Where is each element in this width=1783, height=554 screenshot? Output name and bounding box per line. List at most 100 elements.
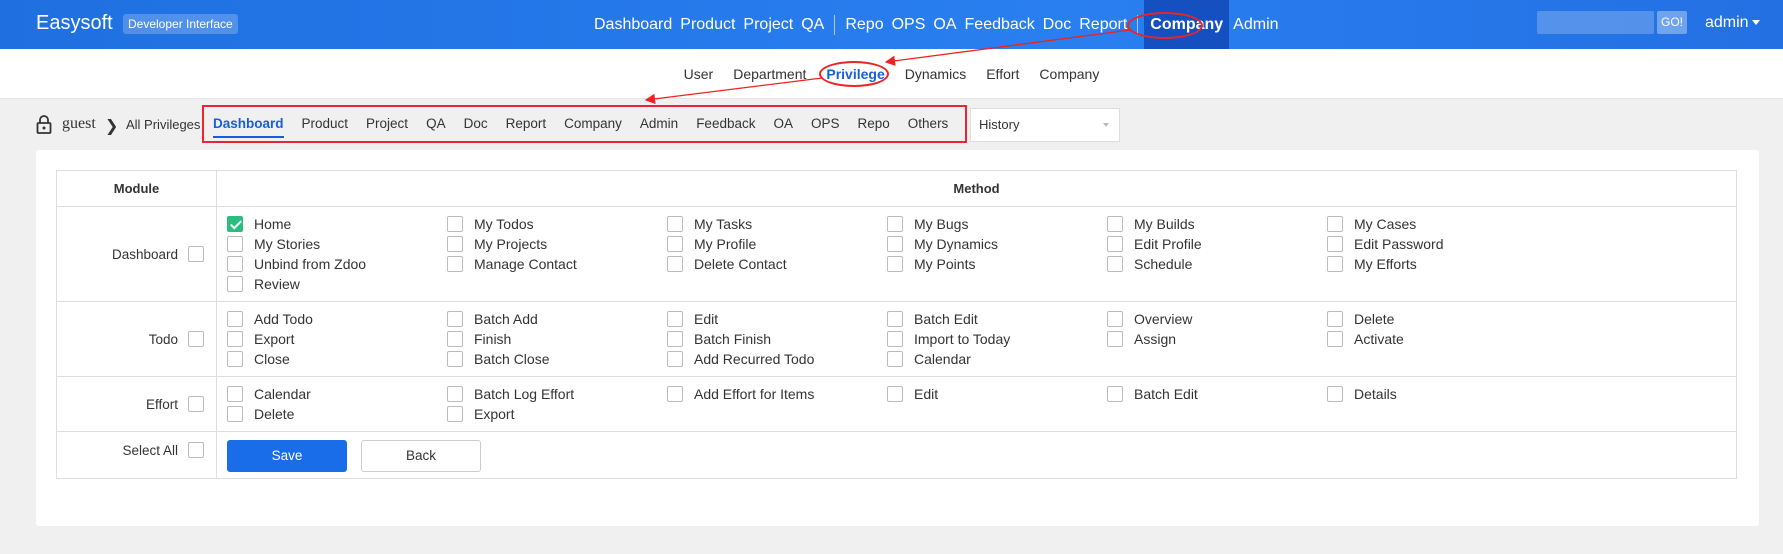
tab-product[interactable]: Product xyxy=(293,110,358,138)
checkbox[interactable] xyxy=(887,256,903,272)
checkbox[interactable] xyxy=(447,331,463,347)
method-checkbox-item[interactable]: My Bugs xyxy=(887,215,1107,233)
checkbox[interactable] xyxy=(667,351,683,367)
subnav-item-department[interactable]: Department xyxy=(723,66,816,82)
checkbox[interactable] xyxy=(1107,236,1123,252)
nav-item-doc[interactable]: Doc xyxy=(1039,0,1075,49)
select-all-checkbox[interactable] xyxy=(188,442,204,458)
checkbox[interactable] xyxy=(227,311,243,327)
subnav-item-company[interactable]: Company xyxy=(1029,66,1109,82)
checkbox[interactable] xyxy=(667,311,683,327)
checkbox[interactable] xyxy=(667,256,683,272)
save-button[interactable]: Save xyxy=(227,440,347,472)
tab-ops[interactable]: OPS xyxy=(802,110,849,138)
method-checkbox-item[interactable]: Add Todo xyxy=(227,310,447,328)
method-checkbox-item[interactable]: My Points xyxy=(887,255,1107,273)
method-checkbox-item[interactable]: Export xyxy=(227,330,447,348)
module-checkbox[interactable] xyxy=(188,331,204,347)
checkbox[interactable] xyxy=(1107,331,1123,347)
module-checkbox[interactable] xyxy=(188,396,204,412)
method-checkbox-item[interactable]: Home xyxy=(227,215,447,233)
checkbox[interactable] xyxy=(227,331,243,347)
method-checkbox-item[interactable]: Delete xyxy=(227,405,447,423)
checkbox[interactable] xyxy=(1327,216,1343,232)
method-checkbox-item[interactable]: Batch Edit xyxy=(887,310,1107,328)
checkbox[interactable] xyxy=(1107,311,1123,327)
nav-item-ops[interactable]: OPS xyxy=(888,0,930,49)
checkbox[interactable] xyxy=(227,351,243,367)
checkbox[interactable] xyxy=(447,256,463,272)
checkbox[interactable] xyxy=(227,276,243,292)
method-checkbox-item[interactable]: Edit Password xyxy=(1327,235,1547,253)
checkbox[interactable] xyxy=(1327,331,1343,347)
method-checkbox-item[interactable]: My Cases xyxy=(1327,215,1547,233)
checkbox[interactable] xyxy=(1327,256,1343,272)
method-checkbox-item[interactable]: Unbind from Zdoo xyxy=(227,255,447,273)
checkbox[interactable] xyxy=(227,386,243,402)
tab-others[interactable]: Others xyxy=(899,110,958,138)
checkbox[interactable] xyxy=(1107,256,1123,272)
checkbox[interactable] xyxy=(227,216,243,232)
method-checkbox-item[interactable]: My Projects xyxy=(447,235,667,253)
nav-item-repo[interactable]: Repo xyxy=(841,0,887,49)
subnav-item-effort[interactable]: Effort xyxy=(976,66,1029,82)
method-checkbox-item[interactable]: My Builds xyxy=(1107,215,1327,233)
tab-company[interactable]: Company xyxy=(555,110,631,138)
checkbox[interactable] xyxy=(447,351,463,367)
method-checkbox-item[interactable]: My Tasks xyxy=(667,215,887,233)
nav-item-project[interactable]: Project xyxy=(739,0,797,49)
method-checkbox-item[interactable]: Add Recurred Todo xyxy=(667,350,887,368)
checkbox[interactable] xyxy=(447,216,463,232)
tab-doc[interactable]: Doc xyxy=(455,110,497,138)
checkbox[interactable] xyxy=(887,311,903,327)
subnav-item-dynamics[interactable]: Dynamics xyxy=(895,66,976,82)
method-checkbox-item[interactable]: Batch Finish xyxy=(667,330,887,348)
method-checkbox-item[interactable]: Add Effort for Items xyxy=(667,385,887,403)
tab-report[interactable]: Report xyxy=(497,110,556,138)
nav-item-report[interactable]: Report xyxy=(1075,0,1131,49)
checkbox[interactable] xyxy=(887,236,903,252)
method-checkbox-item[interactable]: Batch Close xyxy=(447,350,667,368)
method-checkbox-item[interactable]: My Todos xyxy=(447,215,667,233)
version-select[interactable]: History xyxy=(970,108,1120,142)
subnav-item-user[interactable]: User xyxy=(674,66,724,82)
tab-oa[interactable]: OA xyxy=(764,110,802,138)
checkbox[interactable] xyxy=(447,236,463,252)
method-checkbox-item[interactable]: Review xyxy=(227,275,447,293)
checkbox[interactable] xyxy=(667,331,683,347)
method-checkbox-item[interactable]: Edit xyxy=(667,310,887,328)
checkbox[interactable] xyxy=(447,406,463,422)
method-checkbox-item[interactable]: Schedule xyxy=(1107,255,1327,273)
method-checkbox-item[interactable]: Import to Today xyxy=(887,330,1107,348)
nav-item-feedback[interactable]: Feedback xyxy=(961,0,1039,49)
user-menu[interactable]: admin xyxy=(1705,14,1760,32)
all-privileges-link[interactable]: All Privileges xyxy=(126,117,200,132)
search-input[interactable] xyxy=(1537,11,1654,34)
nav-item-qa[interactable]: QA xyxy=(797,0,828,49)
brand-logo[interactable]: Easysoft xyxy=(36,12,113,35)
method-checkbox-item[interactable]: My Dynamics xyxy=(887,235,1107,253)
tab-feedback[interactable]: Feedback xyxy=(687,110,764,138)
method-checkbox-item[interactable]: Finish xyxy=(447,330,667,348)
tab-project[interactable]: Project xyxy=(357,110,417,138)
method-checkbox-item[interactable]: Details xyxy=(1327,385,1547,403)
checkbox[interactable] xyxy=(887,216,903,232)
method-checkbox-item[interactable]: Delete Contact xyxy=(667,255,887,273)
checkbox[interactable] xyxy=(1327,311,1343,327)
checkbox[interactable] xyxy=(227,406,243,422)
method-checkbox-item[interactable]: Overview xyxy=(1107,310,1327,328)
method-checkbox-item[interactable]: Export xyxy=(447,405,667,423)
method-checkbox-item[interactable]: Delete xyxy=(1327,310,1547,328)
checkbox[interactable] xyxy=(227,236,243,252)
method-checkbox-item[interactable]: Calendar xyxy=(887,350,1107,368)
method-checkbox-item[interactable]: Batch Edit xyxy=(1107,385,1327,403)
checkbox[interactable] xyxy=(667,386,683,402)
method-checkbox-item[interactable]: My Profile xyxy=(667,235,887,253)
checkbox[interactable] xyxy=(887,331,903,347)
checkbox[interactable] xyxy=(1327,386,1343,402)
nav-item-oa[interactable]: OA xyxy=(929,0,960,49)
tab-repo[interactable]: Repo xyxy=(849,110,899,138)
checkbox[interactable] xyxy=(1327,236,1343,252)
nav-item-admin[interactable]: Admin xyxy=(1229,0,1282,49)
tab-admin[interactable]: Admin xyxy=(631,110,687,138)
